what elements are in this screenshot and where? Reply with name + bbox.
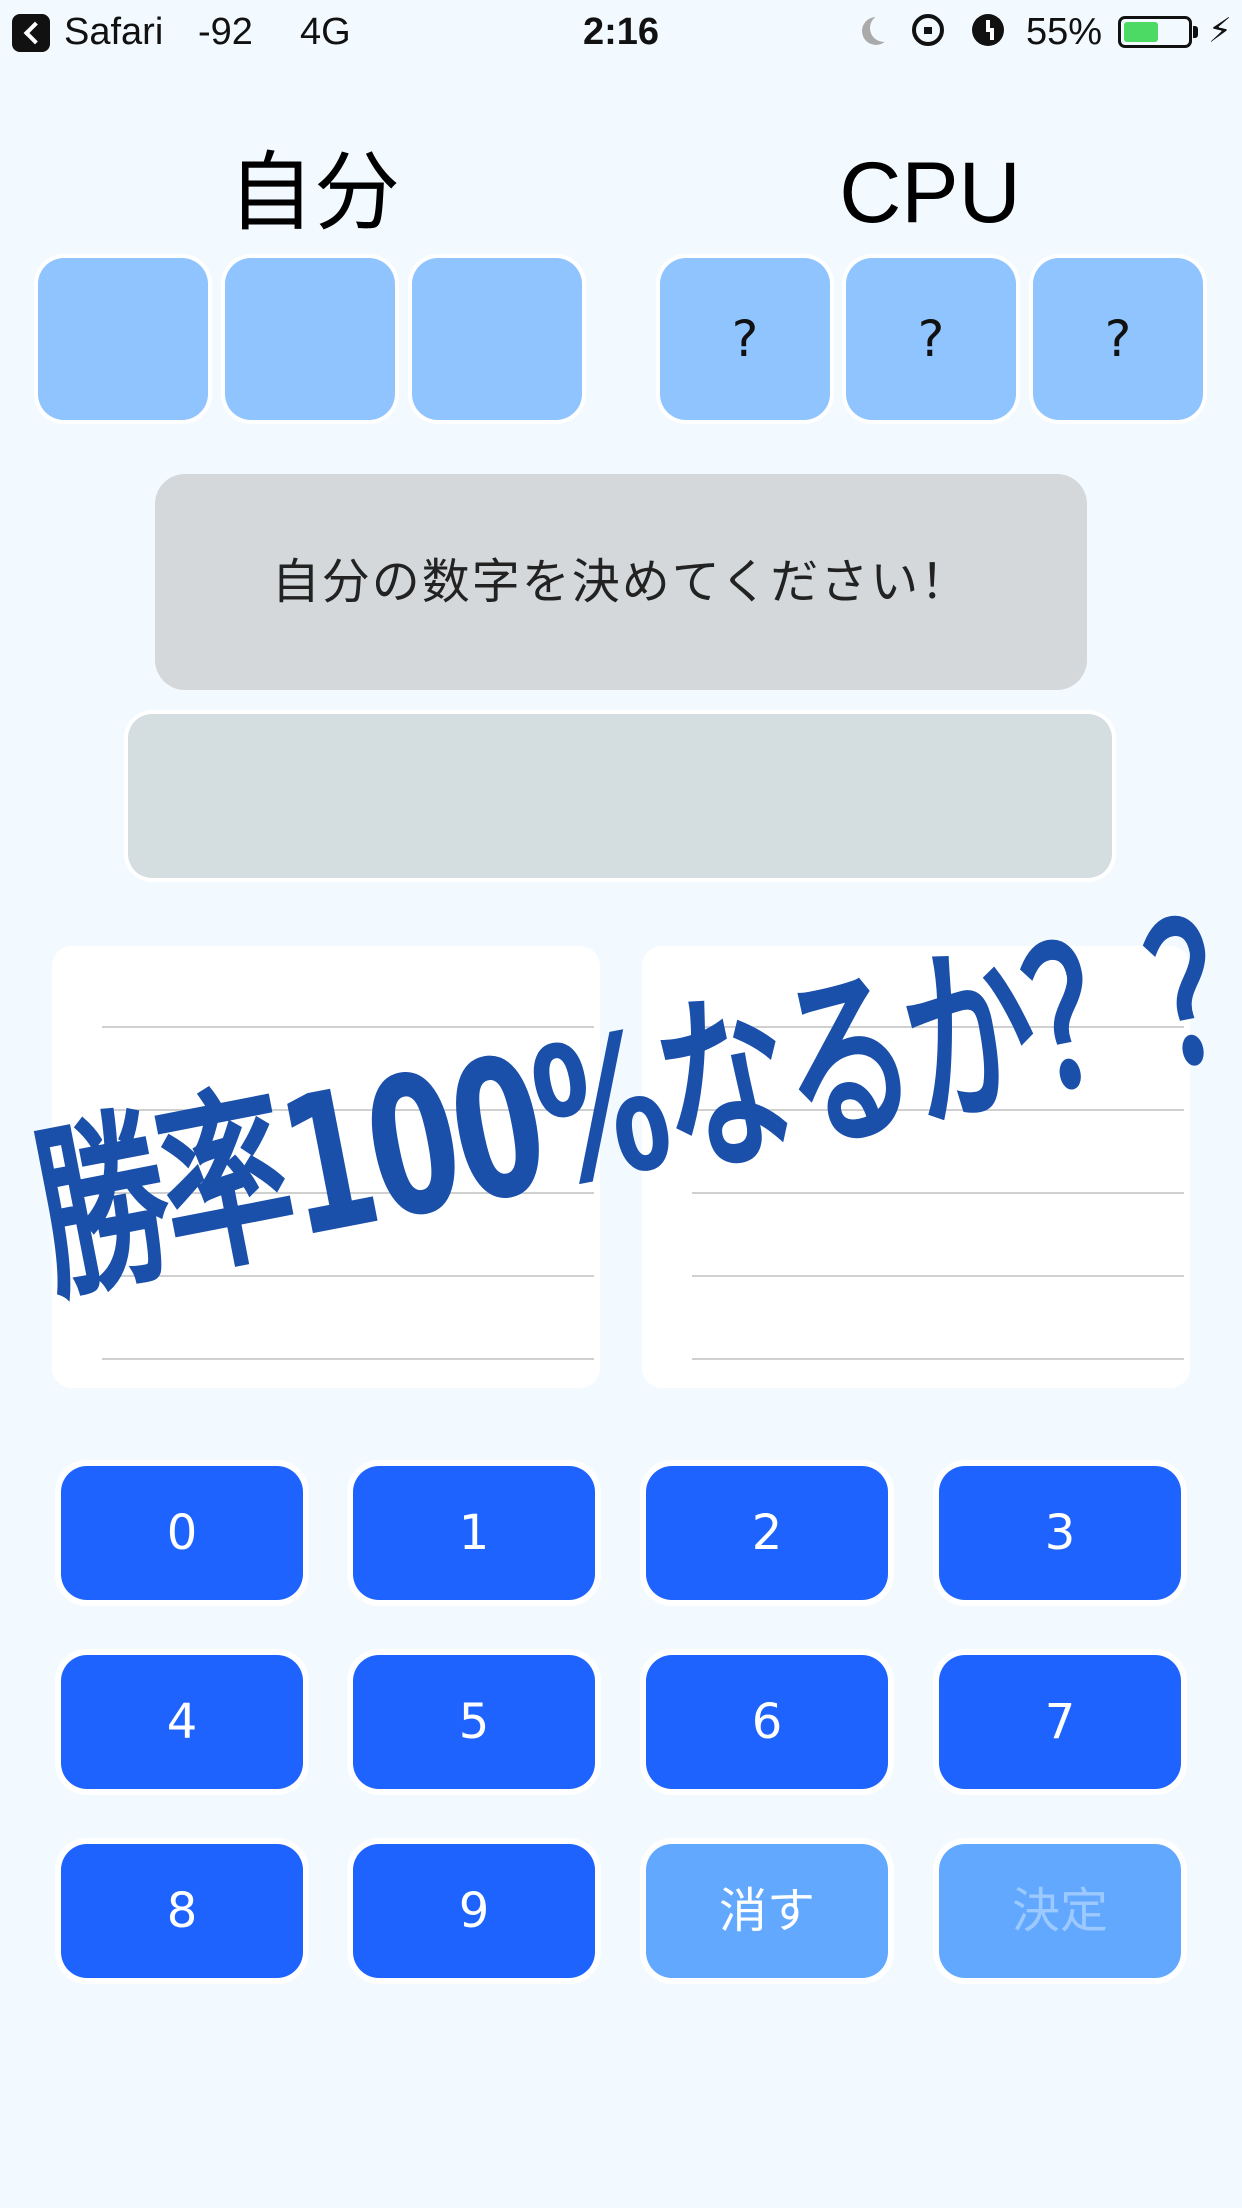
history-rule (692, 1275, 1184, 1277)
history-rule (692, 1192, 1184, 1194)
key-2[interactable]: 2 (646, 1466, 888, 1600)
orientation-lock-icon (912, 14, 944, 46)
history-rule (102, 1358, 594, 1360)
alarm-icon (972, 14, 1004, 46)
cpu-slot-3: ? (1033, 258, 1203, 420)
history-rule (692, 1358, 1184, 1360)
key-5[interactable]: 5 (353, 1655, 595, 1789)
battery-icon (1118, 16, 1192, 48)
key-0[interactable]: 0 (61, 1466, 303, 1600)
self-label: 自分 (228, 143, 400, 243)
instruction-message: 自分の数字を決めてください！ (155, 474, 1087, 690)
key-9[interactable]: 9 (353, 1844, 595, 1978)
confirm-button[interactable]: 決定 (939, 1844, 1181, 1978)
key-8[interactable]: 8 (61, 1844, 303, 1978)
key-7[interactable]: 7 (939, 1655, 1181, 1789)
battery-percent: 55% (1026, 11, 1103, 53)
moon-icon (870, 14, 898, 42)
battery-level (1124, 22, 1158, 42)
result-display (128, 714, 1112, 878)
cpu-label: CPU (839, 145, 1021, 241)
self-slot-2 (225, 258, 395, 420)
cpu-slot-2: ? (846, 258, 1016, 420)
key-1[interactable]: 1 (353, 1466, 595, 1600)
key-3[interactable]: 3 (939, 1466, 1181, 1600)
key-4[interactable]: 4 (61, 1655, 303, 1789)
self-slot-3 (412, 258, 582, 420)
status-bar: Safari -92 4G 2:16 55% ⚡ (0, 0, 1242, 64)
clear-button[interactable]: 消す (646, 1844, 888, 1978)
key-6[interactable]: 6 (646, 1655, 888, 1789)
battery-tip (1193, 26, 1198, 38)
charging-bolt-icon: ⚡ (1208, 11, 1232, 51)
self-slot-1 (38, 258, 208, 420)
cpu-slot-1: ? (660, 258, 830, 420)
